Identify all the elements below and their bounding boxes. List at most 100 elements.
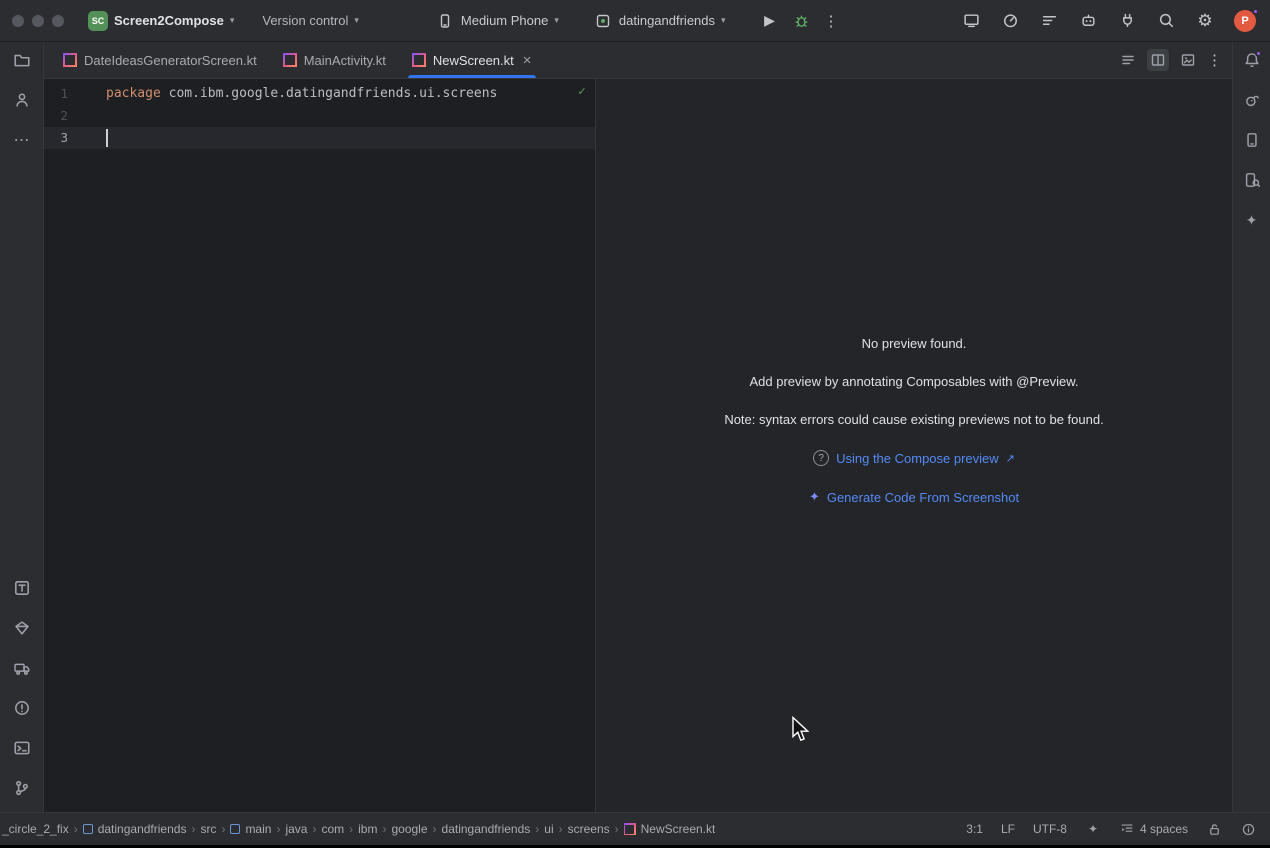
project-widget[interactable]: SC Screen2Compose ▾ [82,7,240,35]
structure-tool-icon[interactable] [12,90,32,110]
gemini-tool-icon[interactable]: ✦ [1242,210,1262,230]
project-tool-icon[interactable] [12,50,32,70]
device-manager-icon[interactable] [12,658,32,678]
terminal-icon[interactable] [12,738,32,758]
caret-position-widget[interactable]: 3:1 [966,822,983,836]
assistant-icon[interactable] [1078,11,1098,31]
problems-icon[interactable] [12,698,32,718]
project-logo: SC [88,11,108,31]
breadcrumb-separator: › [559,822,563,836]
profiler-icon[interactable] [1000,11,1020,31]
device-selector[interactable]: Medium Phone ▾ [429,7,565,35]
user-account-button[interactable]: P [1234,9,1258,33]
window-close-button[interactable] [12,15,24,27]
run-config-icon [593,11,613,31]
readonly-lock-icon[interactable] [1206,821,1222,837]
chevron-down-icon: ▾ [354,15,359,26]
device-explorer-icon[interactable] [1242,170,1262,190]
main-area: ⋯ [0,42,1270,812]
keyword-token: package [106,86,161,101]
editor-content: 1 package com.ibm.google.datingandfriend… [44,79,1232,812]
search-icon[interactable] [1156,11,1176,31]
more-run-options-button[interactable]: ⋮ [824,12,839,30]
breadcrumb-item[interactable]: ui [544,822,553,836]
editor-column: DateIdeasGeneratorScreen.kt MainActivity… [44,42,1232,812]
breadcrumb-label: main [245,822,271,836]
breadcrumb-item[interactable]: datingandfriends [442,822,531,836]
tab-dateideasgeneratorscreen[interactable]: DateIdeasGeneratorScreen.kt [50,42,270,78]
breadcrumb-item[interactable]: datingandfriends [83,822,187,836]
breadcrumb-item[interactable]: NewScreen.kt [624,822,716,836]
editor-line-2: 2 [44,105,595,127]
version-control-widget[interactable]: Version control ▾ [256,9,365,32]
breadcrumb-item[interactable]: src [200,822,216,836]
window-minimize-button[interactable] [32,15,44,27]
help-link-label: Using the Compose preview [836,451,999,466]
titlebar: SC Screen2Compose ▾ Version control ▾ Me… [0,0,1270,42]
compose-preview-panel: No preview found. Add preview by annotat… [596,79,1232,812]
breadcrumb-separator: › [276,822,280,836]
code-view-icon[interactable] [1117,49,1139,71]
encoding-widget[interactable]: UTF-8 [1033,822,1067,836]
resource-manager-icon[interactable] [12,578,32,598]
version-control-tool-icon[interactable] [12,778,32,798]
module-icon [83,824,93,834]
window-zoom-button[interactable] [52,15,64,27]
tab-mainactivity[interactable]: MainActivity.kt [270,42,399,78]
run-toolbar: Medium Phone ▾ datingandfriends ▾ ▶ ⋮ [429,7,839,35]
editor-options-icon[interactable]: ⋮ [1207,51,1222,69]
breadcrumb-item[interactable]: com [321,822,344,836]
breadcrumb-item[interactable]: java [285,822,307,836]
line-separator-widget[interactable]: LF [1001,822,1015,836]
line-number: 2 [44,105,78,127]
breadcrumb-label: _circle_2_fix [2,822,69,836]
left-strip-top: ⋯ [12,50,32,150]
gradle-icon[interactable] [1242,90,1262,110]
tab-label: DateIdeasGeneratorScreen.kt [84,53,257,68]
run-button[interactable]: ▶ [760,11,780,31]
breadcrumb-label: NewScreen.kt [641,822,716,836]
design-view-icon[interactable] [1177,49,1199,71]
generate-code-from-screenshot-link[interactable]: ✦ Generate Code From Screenshot [809,489,1019,505]
kotlin-file-icon [412,53,426,67]
phone-icon [435,11,455,31]
more-tool-windows-icon[interactable]: ⋯ [12,130,32,150]
breadcrumb-item[interactable]: ibm [358,822,377,836]
build-variants-icon[interactable] [12,618,32,638]
breadcrumb-separator: › [433,822,437,836]
inspections-widget-icon[interactable] [1240,821,1256,837]
ide-window: SC Screen2Compose ▾ Version control ▾ Me… [0,0,1270,848]
chevron-down-icon: ▾ [230,15,235,26]
run-configuration-selector[interactable]: datingandfriends ▾ [587,7,732,35]
editor-line-3: 3 [44,127,595,149]
notification-dot [1252,8,1259,15]
logcat-icon[interactable] [1039,11,1059,31]
code-editor[interactable]: 1 package com.ibm.google.datingandfriend… [44,79,596,812]
tab-label: MainActivity.kt [304,53,386,68]
split-view-icon[interactable] [1147,49,1169,71]
inspections-ok-icon[interactable]: ✓ [578,84,586,99]
indent-label: 4 spaces [1140,822,1188,836]
breadcrumb: _circle_2_fix › datingandfriends › src ›… [2,822,715,836]
settings-gear-icon[interactable]: ⚙ [1195,11,1215,31]
breadcrumb-item[interactable]: main [230,822,271,836]
statusbar: _circle_2_fix › datingandfriends › src ›… [0,812,1270,845]
breadcrumb-item[interactable]: _circle_2_fix [2,822,69,836]
text-caret [106,129,108,147]
ai-sparkle-icon[interactable]: ✦ [1085,821,1101,837]
preview-message-primary: No preview found. [862,336,967,351]
running-devices-icon[interactable] [1242,130,1262,150]
tab-newscreen[interactable]: NewScreen.kt × [399,42,545,78]
sync-icon[interactable] [1117,11,1137,31]
breadcrumb-item[interactable]: google [391,822,427,836]
breadcrumb-item[interactable]: screens [568,822,610,836]
compose-preview-help-link[interactable]: ? Using the Compose preview ↗ [813,450,1015,466]
close-tab-icon[interactable]: × [523,53,532,68]
breadcrumb-separator: › [382,822,386,836]
notification-dot [1255,50,1262,57]
indent-widget[interactable]: 4 spaces [1119,821,1188,837]
device-streaming-icon[interactable] [961,11,981,31]
notifications-bell-icon[interactable] [1242,50,1262,70]
debug-button[interactable] [792,11,812,31]
chevron-down-icon: ▾ [554,15,559,26]
